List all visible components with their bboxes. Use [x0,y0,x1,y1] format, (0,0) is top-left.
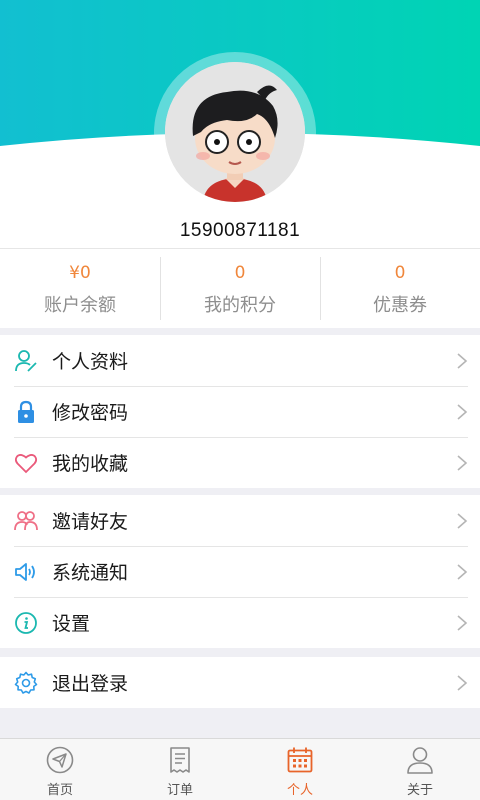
user-edit-icon [14,349,38,373]
speaker-icon [14,560,38,584]
stat-balance-value: ¥0 [69,262,91,283]
menu-item-settings-label: 设置 [52,613,91,635]
menu-item-notifications[interactable]: 系统通知 [0,546,480,597]
tab-personal-label: 个人 [286,783,313,798]
tab-about-label: 关于 [406,783,433,798]
menu-item-logout-label: 退出登录 [52,673,129,695]
account-stats: ¥0 账户余额 0 我的积分 0 优惠券 [0,248,480,328]
menu-item-settings[interactable]: 设置 [0,597,480,648]
menu-item-invite-friends-label: 邀请好友 [52,511,129,533]
tab-personal[interactable]: 个人 [240,739,360,800]
menu-item-notifications-label: 系统通知 [52,562,129,584]
menu-group-social: 邀请好友 系统通知 设置 [0,495,480,648]
chevron-right-icon [457,352,468,369]
heart-icon [14,451,38,475]
person-icon [407,747,433,774]
chevron-right-icon [457,403,468,420]
menu-item-profile[interactable]: 个人资料 [0,335,480,386]
profile-header: 15900871181 [0,0,480,248]
chevron-right-icon [457,563,468,580]
info-icon [14,611,38,635]
chevron-right-icon [457,674,468,691]
stat-points[interactable]: 0 我的积分 [160,249,320,328]
menu-item-change-password-label: 修改密码 [52,402,129,424]
menu-group-logout: 退出登录 [0,657,480,708]
lock-icon [14,400,38,424]
menu-group-account: 个人资料 修改密码 我的收藏 [0,335,480,488]
tab-about[interactable]: 关于 [360,739,480,800]
tab-home-label: 首页 [46,783,73,798]
stat-coupons-label: 优惠券 [373,294,427,316]
stat-balance-label: 账户余额 [44,294,116,316]
stat-balance[interactable]: ¥0 账户余额 [0,249,160,328]
tab-home[interactable]: 首页 [0,739,120,800]
chevron-right-icon [457,614,468,631]
menu-item-favorites[interactable]: 我的收藏 [0,437,480,488]
tab-orders-label: 订单 [166,783,193,798]
chevron-right-icon [457,454,468,471]
menu-item-change-password[interactable]: 修改密码 [0,386,480,437]
calendar-icon [287,747,313,773]
avatar-illustration [165,62,305,202]
menu-item-favorites-label: 我的收藏 [52,453,129,475]
stat-coupons[interactable]: 0 优惠券 [320,249,480,328]
paper-plane-icon [46,746,74,774]
document-icon [170,747,190,773]
menu-item-invite-friends[interactable]: 邀请好友 [0,495,480,546]
stat-points-label: 我的积分 [204,294,276,316]
menu-item-logout[interactable]: 退出登录 [0,657,480,708]
avatar[interactable] [165,62,305,202]
menu-item-profile-label: 个人资料 [52,351,129,373]
stat-coupons-value: 0 [394,262,406,283]
tab-orders[interactable]: 订单 [120,739,240,800]
chevron-right-icon [457,512,468,529]
users-icon [14,509,38,533]
gear-icon [14,671,38,695]
phone-number: 15900871181 [179,220,301,241]
bottom-tab-bar: 首页 订单 个人 关于 [0,738,480,800]
stat-points-value: 0 [234,262,246,283]
